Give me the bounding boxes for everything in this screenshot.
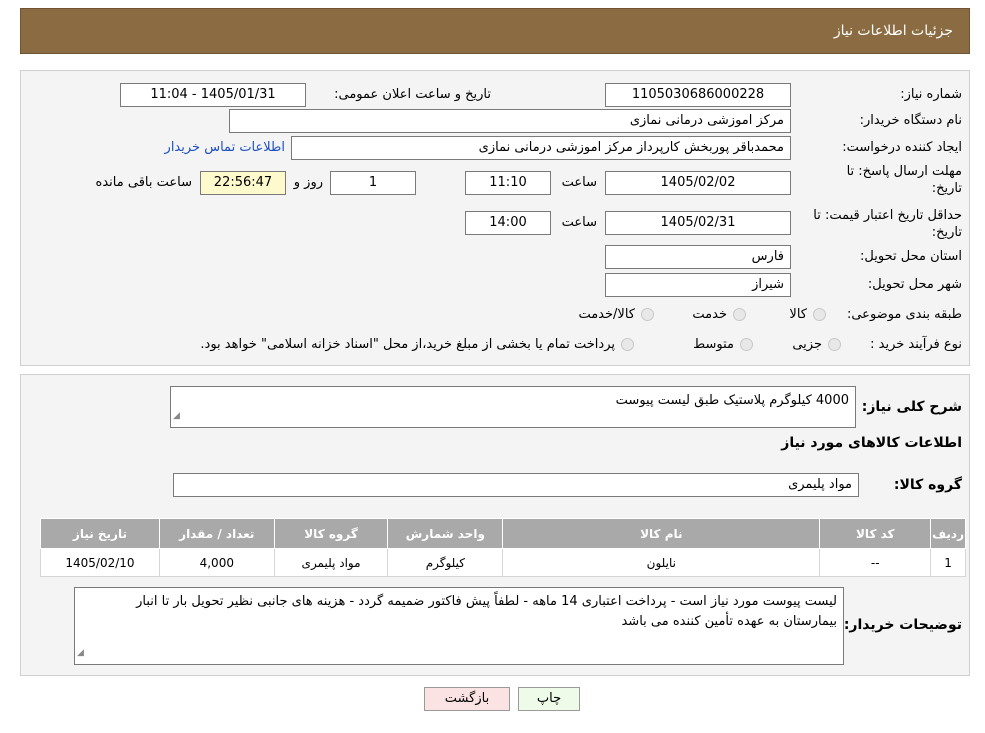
- cell-quantity: 4,000: [158, 548, 275, 577]
- page-header: جزئیات اطلاعات نیاز: [20, 8, 970, 54]
- category-radio-goods[interactable]: [813, 308, 826, 321]
- resize-grip-icon[interactable]: ◢: [173, 406, 180, 426]
- print-button[interactable]: چاپ: [518, 687, 580, 711]
- category-radio-service[interactable]: [733, 308, 746, 321]
- need-number-label: شماره نیاز:: [900, 87, 962, 102]
- col-code: کد کالا: [819, 518, 932, 549]
- announce-label: تاریخ و ساعت اعلان عمومی:: [334, 87, 491, 102]
- deadline-time-label: ساعت: [561, 175, 597, 190]
- buyer-org-field: مرکز اموزشی درمانی نمازی: [229, 109, 791, 133]
- goods-panel: شرح کلی نیاز: 4000 کیلوگرم پلاستیک طبق ل…: [20, 374, 970, 676]
- col-group: گروه کالا: [273, 518, 389, 549]
- buyer-notes-text: لیست پیوست مورد نیاز است - پرداخت اعتبار…: [136, 594, 837, 629]
- cell-row: 1: [930, 548, 966, 577]
- price-validity-time-label: ساعت: [561, 215, 597, 230]
- page-title: جزئیات اطلاعات نیاز: [833, 23, 953, 39]
- col-row: ردیف: [930, 518, 966, 549]
- creator-field: محمدباقر پوربخش کارپرداز مرکز اموزشی درم…: [291, 136, 791, 160]
- buyer-notes-label: توضیحات خریدار:: [843, 617, 962, 633]
- remaining-time-label: ساعت باقی مانده: [95, 175, 192, 190]
- purchase-type-option-medium: متوسط: [693, 337, 734, 352]
- table-row: 1 -- نایلون کیلوگرم مواد پلیمری 4,000 14…: [40, 548, 966, 577]
- purchase-type-option-minor: جزیی: [792, 337, 822, 352]
- description-label: شرح کلی نیاز:: [861, 399, 962, 415]
- goods-table-header: ردیف کد کالا نام کالا واحد شمارش گروه کا…: [40, 518, 966, 549]
- days-label: روز و: [293, 175, 323, 190]
- price-validity-label-line2: تاریخ:: [931, 225, 962, 240]
- creator-label: ایجاد کننده درخواست:: [842, 140, 962, 155]
- cell-code: --: [819, 548, 932, 577]
- deadline-date-field: 1405/02/02: [605, 171, 791, 195]
- province-field: فارس: [605, 245, 791, 269]
- announce-datetime-field: 1405/01/31 - 11:04: [120, 83, 306, 107]
- purchase-type-radio-medium[interactable]: [740, 338, 753, 351]
- goods-group-label: گروه کالا:: [893, 477, 962, 493]
- need-number-field: 1105030686000228: [605, 83, 791, 107]
- price-validity-label: حداقل تاریخ اعتبار قیمت: تا: [813, 208, 962, 223]
- treasury-payment-note: پرداخت تمام یا بخشی از مبلغ خرید،از محل …: [200, 337, 615, 352]
- deadline-label-line2: تاریخ:: [931, 181, 962, 196]
- col-quantity: تعداد / مقدار: [158, 518, 275, 549]
- cell-need-date: 1405/02/10: [40, 548, 160, 577]
- cell-name: نایلون: [502, 548, 821, 577]
- col-name: نام کالا: [502, 518, 821, 549]
- category-option-goods: کالا: [789, 307, 807, 322]
- goods-group-field: مواد پلیمری: [173, 473, 859, 497]
- need-details-panel: شماره نیاز: 1105030686000228 تاریخ و ساع…: [20, 70, 970, 366]
- buyer-notes-textarea[interactable]: لیست پیوست مورد نیاز است - پرداخت اعتبار…: [74, 587, 844, 665]
- back-button[interactable]: بازگشت: [424, 687, 510, 711]
- goods-info-title: اطلاعات کالاهای مورد نیاز: [781, 435, 962, 451]
- goods-table: ردیف کد کالا نام کالا واحد شمارش گروه کا…: [40, 518, 966, 577]
- purchase-type-label: نوع فرآیند خرید :: [870, 337, 962, 352]
- city-label: شهر محل تحویل:: [867, 277, 962, 292]
- purchase-type-radio-minor[interactable]: [828, 338, 841, 351]
- remaining-time-field: 22:56:47: [200, 171, 286, 195]
- deadline-label: مهلت ارسال پاسخ: تا: [846, 164, 962, 179]
- col-need-date: تاریخ نیاز: [40, 518, 160, 549]
- cell-group: مواد پلیمری: [273, 548, 389, 577]
- category-radio-goods-service[interactable]: [641, 308, 654, 321]
- description-textarea[interactable]: 4000 کیلوگرم پلاستیک طبق لیست پیوست ◢: [170, 386, 856, 428]
- cell-unit: کیلوگرم: [387, 548, 504, 577]
- deadline-time-field: 11:10: [465, 171, 551, 195]
- buyer-contact-link[interactable]: اطلاعات تماس خریدار: [165, 140, 285, 155]
- category-label: طبقه بندی موضوعی:: [846, 307, 962, 322]
- category-option-service: خدمت: [692, 307, 727, 322]
- province-label: استان محل تحویل:: [860, 249, 962, 264]
- resize-grip-icon[interactable]: ◢: [77, 643, 84, 663]
- days-remaining-field: 1: [330, 171, 416, 195]
- price-validity-time-field: 14:00: [465, 211, 551, 235]
- col-unit: واحد شمارش: [387, 518, 504, 549]
- buyer-org-label: نام دستگاه خریدار:: [859, 113, 962, 128]
- treasury-payment-checkbox[interactable]: [621, 338, 634, 351]
- category-option-goods-service: کالا/خدمت: [578, 307, 635, 322]
- description-text: 4000 کیلوگرم پلاستیک طبق لیست پیوست: [615, 393, 849, 408]
- city-field: شیراز: [605, 273, 791, 297]
- price-validity-date-field: 1405/02/31: [605, 211, 791, 235]
